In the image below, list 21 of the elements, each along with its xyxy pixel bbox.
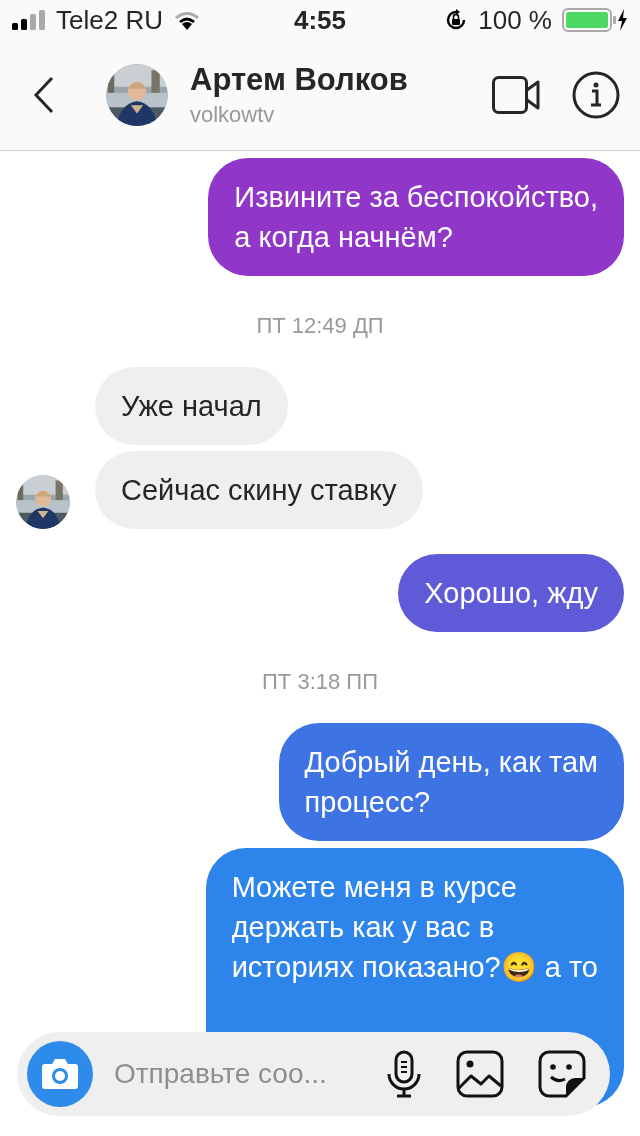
sent-message: Извините за беспокойство, а когда начнём? xyxy=(208,158,624,276)
clock-time: 4:55 xyxy=(293,4,346,35)
gallery-icon[interactable] xyxy=(456,1050,504,1098)
received-message: Сейчас скину ставку xyxy=(95,451,423,529)
battery-percent: 100 % xyxy=(478,4,552,36)
sticker-icon[interactable] xyxy=(538,1050,586,1098)
camera-icon xyxy=(41,1058,79,1090)
carrier-name: Tele2 RU xyxy=(56,4,163,36)
video-camera-icon[interactable] xyxy=(492,76,540,114)
message-timestamp: ПТ 12:49 ДП xyxy=(256,313,384,339)
camera-button[interactable] xyxy=(27,1041,93,1107)
info-icon[interactable] xyxy=(572,71,620,119)
sent-message: Хорошо, жду xyxy=(398,554,624,632)
contact-name: Артем Волков xyxy=(190,62,409,98)
sent-message: Добрый день, как там процесс? xyxy=(278,723,624,841)
message-timestamp: ПТ 3:18 ПП xyxy=(262,669,378,695)
signal-icon xyxy=(12,10,46,30)
contact-username: volkowtv xyxy=(190,102,276,128)
battery-charging-icon xyxy=(562,8,628,32)
received-message: Уже начал xyxy=(95,367,288,445)
microphone-icon[interactable] xyxy=(386,1050,422,1098)
